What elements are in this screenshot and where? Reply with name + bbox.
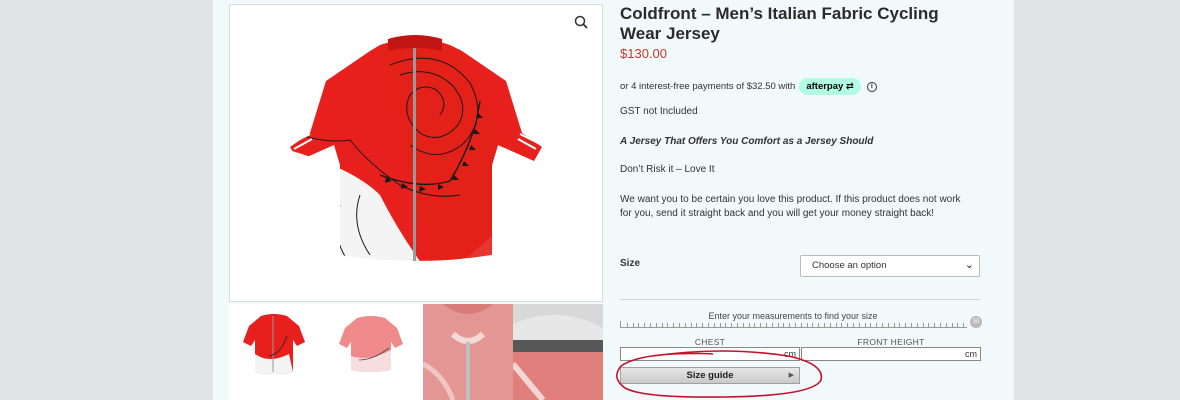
ruler-tick bbox=[957, 323, 959, 327]
product-tagline: A Jersey That Offers You Comfort as a Je… bbox=[620, 136, 874, 147]
ruler-tick bbox=[899, 323, 901, 327]
info-icon[interactable]: i bbox=[866, 81, 877, 92]
ruler-tick bbox=[911, 323, 912, 327]
ruler-tick bbox=[748, 323, 750, 327]
ruler-tick bbox=[928, 323, 930, 327]
ruler-tick bbox=[963, 323, 965, 327]
ruler-tick bbox=[702, 323, 704, 327]
ruler-tick bbox=[858, 323, 860, 327]
ruler-tick bbox=[644, 323, 646, 327]
ruler-tick bbox=[934, 323, 936, 327]
ruler-tick bbox=[818, 323, 820, 327]
ruler-tick bbox=[638, 323, 640, 327]
zoom-button[interactable] bbox=[572, 13, 592, 33]
ruler-tick bbox=[650, 323, 651, 327]
ruler-tick bbox=[777, 323, 779, 327]
ruler-tick bbox=[771, 323, 773, 327]
front-height-input[interactable]: cm bbox=[801, 347, 981, 361]
jersey-illustration bbox=[290, 35, 542, 261]
ruler-tick bbox=[713, 323, 715, 327]
product-price: $130.00 bbox=[620, 46, 667, 61]
ruler-tick bbox=[951, 323, 953, 327]
ruler-tick bbox=[922, 323, 924, 327]
ruler-tick bbox=[945, 323, 947, 327]
ruler-tick bbox=[870, 323, 872, 327]
afterpay-badge-label: afterpay bbox=[806, 81, 844, 92]
dont-risk-text: Don’t Risk it – Love It bbox=[620, 164, 715, 175]
afterpay-text: or 4 interest-free payments of $32.50 wi… bbox=[620, 81, 796, 92]
ruler-tick bbox=[737, 323, 738, 327]
chest-label: CHEST bbox=[694, 337, 726, 347]
ruler-tick bbox=[766, 323, 767, 327]
front-height-unit: cm bbox=[965, 349, 977, 359]
unit-toggle[interactable]: SI bbox=[970, 316, 982, 328]
product-title: Coldfront – Men’s Italian Fabric Cycling… bbox=[620, 4, 939, 43]
ruler-tick bbox=[829, 323, 831, 327]
ruler-tick bbox=[893, 323, 895, 327]
ruler-tick bbox=[835, 323, 837, 327]
size-select[interactable]: Choose an option ⌄ bbox=[800, 255, 980, 277]
ruler-tick bbox=[887, 323, 889, 327]
size-guide-button[interactable]: Size guide ▶ bbox=[620, 367, 800, 384]
ruler-tick bbox=[667, 323, 669, 327]
ruler-tick bbox=[684, 323, 686, 327]
gst-note: GST not Included bbox=[620, 106, 698, 117]
ruler-tick bbox=[696, 323, 698, 327]
size-finder-title: Enter your measurements to find your siz… bbox=[708, 311, 878, 321]
ruler-tick bbox=[708, 323, 709, 327]
ruler-tick bbox=[795, 323, 796, 327]
chest-input[interactable]: cm bbox=[620, 347, 800, 361]
ruler-tick bbox=[719, 323, 721, 327]
ruler-tick bbox=[806, 323, 808, 327]
ruler-tick bbox=[905, 323, 907, 327]
ruler-tick bbox=[789, 323, 791, 327]
size-select-value: Choose an option bbox=[812, 260, 887, 271]
front-height-label: FRONT HEIGHT bbox=[857, 337, 925, 347]
ruler-tick bbox=[916, 323, 918, 327]
chevron-down-icon: ⌄ bbox=[964, 259, 974, 271]
thumbnail-hem-detail[interactable] bbox=[513, 304, 603, 400]
main-product-image[interactable] bbox=[229, 4, 603, 302]
ruler-tick bbox=[882, 323, 883, 327]
ruler-tick bbox=[864, 323, 866, 327]
size-guide-label: Size guide bbox=[686, 370, 734, 381]
afterpay-message: or 4 interest-free payments of $32.50 wi… bbox=[620, 78, 877, 95]
product-description: We want you to be certain you love this … bbox=[620, 194, 961, 219]
ruler-tick bbox=[876, 323, 878, 327]
ruler-tick bbox=[783, 323, 785, 327]
ruler-tick bbox=[847, 323, 849, 327]
caret-right-icon: ▶ bbox=[788, 372, 794, 379]
measurement-ruler bbox=[620, 321, 967, 328]
ruler-tick bbox=[655, 323, 657, 327]
ruler-tick bbox=[742, 323, 744, 327]
divider bbox=[620, 299, 980, 300]
ruler-tick bbox=[725, 323, 727, 327]
size-label: Size bbox=[620, 258, 641, 269]
ruler-tick bbox=[679, 323, 680, 327]
chest-unit: cm bbox=[784, 349, 796, 359]
zoom-icon bbox=[574, 15, 588, 29]
thumbnail-back[interactable] bbox=[319, 304, 423, 400]
thumbnail-front[interactable] bbox=[229, 304, 319, 400]
ruler-tick bbox=[841, 323, 843, 327]
ruler-tick bbox=[731, 323, 733, 327]
ruler-tick bbox=[940, 323, 941, 327]
ruler-tick bbox=[754, 323, 756, 327]
ruler-tick bbox=[632, 323, 634, 327]
ruler-tick bbox=[824, 323, 825, 327]
thumbnail-collar-detail[interactable] bbox=[423, 304, 513, 400]
ruler-tick bbox=[661, 323, 663, 327]
ruler-tick bbox=[812, 323, 814, 327]
product-page: Coldfront – Men’s Italian Fabric Cycling… bbox=[213, 0, 1014, 400]
ruler-tick bbox=[626, 323, 628, 327]
ruler-tick bbox=[853, 323, 854, 327]
ruler-tick bbox=[760, 323, 762, 327]
afterpay-logo[interactable]: afterpay ⇄ bbox=[799, 78, 861, 95]
thumbnail-strip bbox=[229, 304, 603, 400]
ruler-tick bbox=[673, 323, 675, 327]
ruler-tick bbox=[690, 323, 692, 327]
ruler-tick bbox=[800, 323, 802, 327]
